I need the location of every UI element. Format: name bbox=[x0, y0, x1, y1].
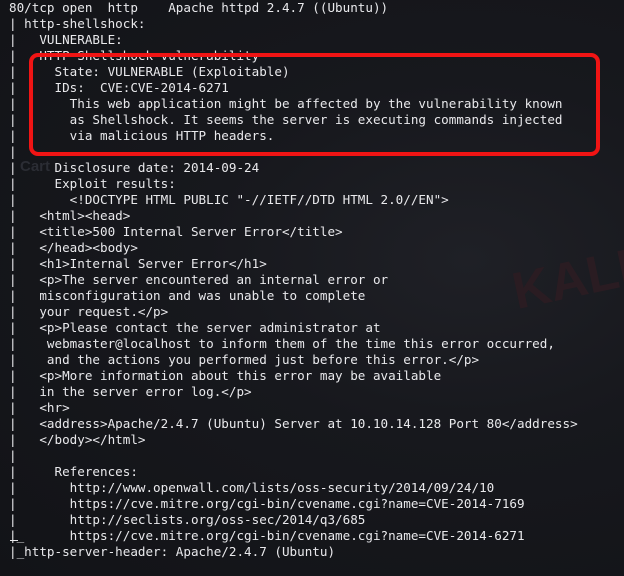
output-line: | http-shellshock: bbox=[9, 16, 146, 31]
output-line: | Disclosure date: 2014-09-24 bbox=[9, 160, 260, 175]
background-logo-watermark: KALI bbox=[507, 239, 624, 321]
terminal-cursor bbox=[10, 540, 18, 541]
output-line: | <title>500 Internal Server Error</titl… bbox=[9, 224, 343, 239]
output-line: | https://cve.mitre.org/cgi-bin/cvename.… bbox=[9, 496, 525, 511]
output-line: | This web application might be affected… bbox=[9, 96, 563, 111]
output-line: | <hr> bbox=[9, 400, 70, 415]
output-line: | State: VULNERABLE (Exploitable) bbox=[9, 64, 290, 79]
output-line: | VULNERABLE: bbox=[9, 32, 123, 47]
output-line: | <!DOCTYPE HTML PUBLIC "-//IETF//DTD HT… bbox=[9, 192, 449, 207]
output-line: 80/tcp open http Apache httpd 2.4.7 ((Ub… bbox=[9, 0, 389, 15]
output-line: | HTTP Shellshock vulnerability bbox=[9, 48, 260, 63]
output-line: | in the server error log.</p> bbox=[9, 384, 252, 399]
output-line: | Exploit results: bbox=[9, 176, 176, 191]
output-line: | misconfiguration and was unable to com… bbox=[9, 288, 366, 303]
output-line: | References: bbox=[9, 464, 138, 479]
output-line: | and the actions you performed just bef… bbox=[9, 352, 480, 367]
output-line: | <html><head> bbox=[9, 208, 131, 223]
terminal-output[interactable]: Cart KALI 80/tcp open http Apache httpd … bbox=[0, 0, 624, 576]
output-line: | </body></html> bbox=[9, 432, 146, 447]
output-line: | IDs: CVE:CVE-2014-6271 bbox=[9, 80, 229, 95]
output-line: | webmaster@localhost to inform them of … bbox=[9, 336, 555, 351]
output-line: | http://www.openwall.com/lists/oss-secu… bbox=[9, 480, 495, 495]
output-line: | as Shellshock. It seems the server is … bbox=[9, 112, 563, 127]
output-line: | via malicious HTTP headers. bbox=[9, 128, 275, 143]
output-line: | <h1>Internal Server Error</h1> bbox=[9, 256, 267, 271]
output-line: | http://seclists.org/oss-sec/2014/q3/68… bbox=[9, 512, 366, 527]
output-line: | bbox=[9, 448, 17, 463]
output-line: |_ https://cve.mitre.org/cgi-bin/cvename… bbox=[9, 528, 525, 543]
output-line: | your request.</p> bbox=[9, 304, 169, 319]
output-line: | <p>Please contact the server administr… bbox=[9, 320, 381, 335]
output-line: | bbox=[9, 144, 17, 159]
output-line: | <address>Apache/2.4.7 (Ubuntu) Server … bbox=[9, 416, 578, 431]
output-line: |_http-server-header: Apache/2.4.7 (Ubun… bbox=[9, 544, 336, 559]
output-line: | </head><body> bbox=[9, 240, 138, 255]
output-line: | <p>More information about this error m… bbox=[9, 368, 442, 383]
output-line: | <p>The server encountered an internal … bbox=[9, 272, 389, 287]
